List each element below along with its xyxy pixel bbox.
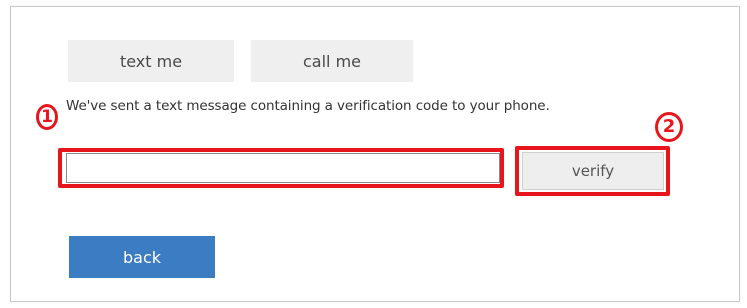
text-me-button[interactable]: text me: [68, 40, 234, 82]
call-me-button[interactable]: call me: [251, 40, 413, 82]
page: text me call me We've sent a text messag…: [0, 0, 747, 308]
verification-message: We've sent a text message containing a v…: [66, 98, 550, 114]
back-button[interactable]: back: [69, 236, 215, 278]
verification-code-input[interactable]: [66, 153, 500, 183]
verify-button[interactable]: verify: [522, 152, 664, 190]
